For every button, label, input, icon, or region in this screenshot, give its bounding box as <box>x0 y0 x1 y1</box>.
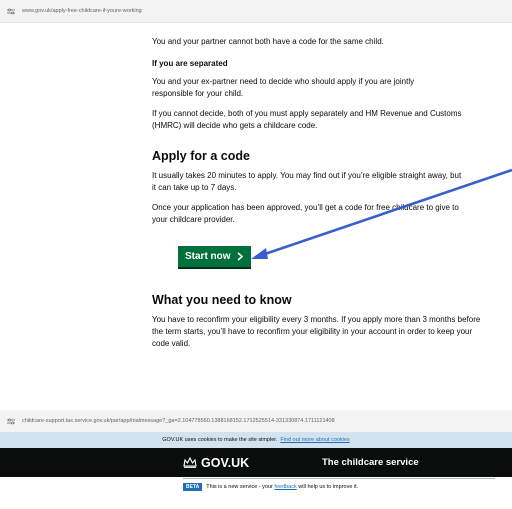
beta-text-post: will help us to improve it. <box>298 484 359 490</box>
header-divider <box>183 478 495 479</box>
crown-icon <box>183 457 197 468</box>
beta-tag: BETA <box>183 483 203 491</box>
govuk-logo-text: GOV.UK <box>201 455 250 470</box>
feedback-link[interactable]: feedback <box>274 484 296 490</box>
cookie-text: GOV.UK uses cookies to make the site sim… <box>162 437 278 443</box>
beta-text-pre: This is a new service - your <box>206 484 273 490</box>
site-settings-icon[interactable] <box>7 416 17 426</box>
govuk-logo[interactable]: GOV.UK <box>183 456 249 470</box>
address-bar-bottom[interactable]: childcare-support.tax.service.gov.uk/par… <box>0 410 512 433</box>
beta-banner: BETA This is a new service - your feedba… <box>183 483 358 491</box>
service-name[interactable]: The childcare service <box>322 457 419 468</box>
address-bar-url[interactable]: childcare-support.tax.service.gov.uk/par… <box>22 418 335 424</box>
cookie-link[interactable]: Find out more about cookies <box>280 437 349 443</box>
govuk-header: GOV.UK The childcare service <box>0 448 512 477</box>
cookie-banner: GOV.UK uses cookies to make the site sim… <box>0 432 512 448</box>
